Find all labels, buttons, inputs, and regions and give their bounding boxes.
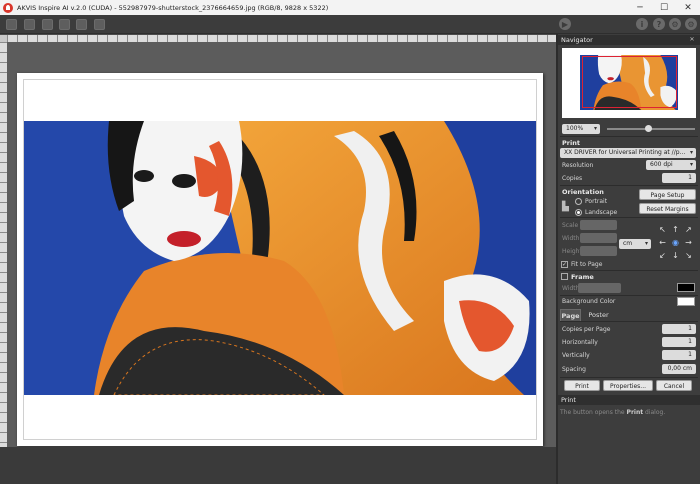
resolution-dropdown[interactable]: 600 dpi xyxy=(646,160,696,170)
preferences-icon[interactable]: ⚙ xyxy=(685,18,697,30)
background-color-label: Background Color xyxy=(562,298,616,305)
frame-width-label: Width xyxy=(562,285,580,292)
separator xyxy=(560,270,698,271)
align-top-icon[interactable]: ↑ xyxy=(671,225,680,234)
horizontally-label: Horizontally xyxy=(562,339,598,346)
frame-width-input[interactable] xyxy=(578,283,621,293)
frame-label: Frame xyxy=(571,273,594,281)
save-image-icon[interactable] xyxy=(24,19,35,30)
horizontal-ruler xyxy=(7,35,556,42)
status-bar xyxy=(0,447,556,484)
run-icon[interactable]: ▶ xyxy=(559,18,571,30)
copies-per-page-input[interactable]: 1 xyxy=(662,324,696,334)
orientation-icon: ▙ xyxy=(562,202,569,212)
separator xyxy=(560,321,698,322)
align-bottom-icon[interactable]: ↓ xyxy=(671,251,680,260)
tab-page[interactable]: Page xyxy=(560,309,581,321)
page-setup-button[interactable]: Page Setup xyxy=(639,189,696,200)
navigator-close-icon[interactable]: ✕ xyxy=(688,35,696,45)
print-icon[interactable] xyxy=(59,19,70,30)
batch-icon[interactable] xyxy=(94,19,105,30)
width-label: Width xyxy=(562,235,580,242)
fit-to-page-label: Fit to Page xyxy=(571,261,603,268)
help-icon[interactable]: ? xyxy=(653,18,665,30)
align-left-icon[interactable]: ← xyxy=(658,238,667,247)
align-top-right-icon[interactable]: ↗ xyxy=(684,225,693,234)
toolbar: ▶ i ? ⚙ ⚙ xyxy=(0,15,700,34)
cancel-button[interactable]: Cancel xyxy=(656,380,692,391)
scale-label: Scale xyxy=(562,222,579,229)
orientation-section-title: Orientation xyxy=(562,188,604,196)
width-input[interactable] xyxy=(580,233,617,243)
unit-dropdown[interactable]: cm xyxy=(619,239,651,249)
copies-input[interactable]: 1 xyxy=(662,173,696,183)
open-image-icon[interactable] xyxy=(6,19,17,30)
share-icon[interactable] xyxy=(76,19,87,30)
minimize-icon[interactable]: ─ xyxy=(628,0,652,15)
print-button[interactable]: Print xyxy=(564,380,600,391)
zoom-slider-handle[interactable] xyxy=(645,125,652,132)
info-icon[interactable]: i xyxy=(636,18,648,30)
background-color-swatch[interactable] xyxy=(677,297,695,306)
print-page xyxy=(17,73,543,446)
title-bar: AKVIS Inspire AI v.2.0 (CUDA) - 55298797… xyxy=(0,0,700,15)
print-section-title: Print xyxy=(562,139,580,147)
height-label: Height xyxy=(562,248,582,255)
reset-margins-button[interactable]: Reset Margins xyxy=(639,203,696,214)
scale-input[interactable] xyxy=(580,220,617,230)
printer-dropdown[interactable]: XX DRIVER for Universal Printing at //p.… xyxy=(560,148,696,158)
artwork-image xyxy=(24,121,536,395)
ruler-corner xyxy=(0,35,7,42)
align-center-icon[interactable]: ◉ xyxy=(671,238,680,247)
horizontally-input[interactable]: 1 xyxy=(662,337,696,347)
zoom-dropdown[interactable]: 100% xyxy=(562,124,600,134)
spacing-label: Spacing xyxy=(562,366,586,373)
landscape-label: Landscape xyxy=(585,209,618,216)
settings-panel: Navigator ✕ 100% Print XX DRIVER for Uni… xyxy=(558,34,700,484)
help-text-bold: Print xyxy=(626,409,644,416)
align-bottom-right-icon[interactable]: ↘ xyxy=(684,251,693,260)
vertically-label: Vertically xyxy=(562,352,590,359)
align-bottom-left-icon[interactable]: ↙ xyxy=(658,251,667,260)
vertically-input[interactable]: 1 xyxy=(662,350,696,360)
help-text: The button opens the Print dialog. xyxy=(560,409,665,416)
frame-color-swatch[interactable] xyxy=(677,283,695,292)
navigator-title: Navigator xyxy=(561,36,593,44)
maximize-icon[interactable]: ☐ xyxy=(652,0,676,15)
separator xyxy=(560,295,698,296)
separator xyxy=(560,185,698,186)
align-top-left-icon[interactable]: ↖ xyxy=(658,225,667,234)
separator xyxy=(560,377,698,378)
open-file-icon[interactable] xyxy=(42,19,53,30)
frame-checkbox[interactable] xyxy=(561,273,568,280)
resolution-label: Resolution xyxy=(562,162,594,169)
portrait-radio[interactable] xyxy=(575,198,582,205)
landscape-radio[interactable] xyxy=(575,209,582,216)
vertical-ruler xyxy=(0,42,7,447)
window-title: AKVIS Inspire AI v.2.0 (CUDA) - 55298797… xyxy=(17,3,329,12)
properties-button[interactable]: Properties... xyxy=(603,380,653,391)
tab-poster[interactable]: Poster xyxy=(585,309,612,321)
print-preview-canvas[interactable] xyxy=(7,42,556,447)
spacing-input[interactable]: 0,00 cm xyxy=(662,364,696,374)
separator xyxy=(560,136,698,137)
fit-to-page-checkbox[interactable]: ✓ xyxy=(561,261,568,268)
close-icon[interactable]: ✕ xyxy=(676,0,700,15)
copies-label: Copies xyxy=(562,175,583,182)
height-input[interactable] xyxy=(580,246,617,256)
copies-per-page-label: Copies per Page xyxy=(562,326,611,333)
help-header: Print xyxy=(558,395,700,405)
app-logo-icon xyxy=(3,2,13,13)
navigator-header: Navigator ✕ xyxy=(558,35,700,45)
navigator-preview[interactable] xyxy=(562,48,696,118)
help-text-before: The button opens the xyxy=(560,409,625,416)
help-text-after: dialog. xyxy=(645,409,666,416)
navigator-view-frame[interactable] xyxy=(582,56,677,108)
window-controls: ─ ☐ ✕ xyxy=(628,0,700,15)
portrait-label: Portrait xyxy=(585,198,608,205)
help-title: Print xyxy=(561,396,576,404)
separator xyxy=(560,217,698,218)
settings-icon[interactable]: ⚙ xyxy=(669,18,681,30)
align-right-icon[interactable]: → xyxy=(684,238,693,247)
